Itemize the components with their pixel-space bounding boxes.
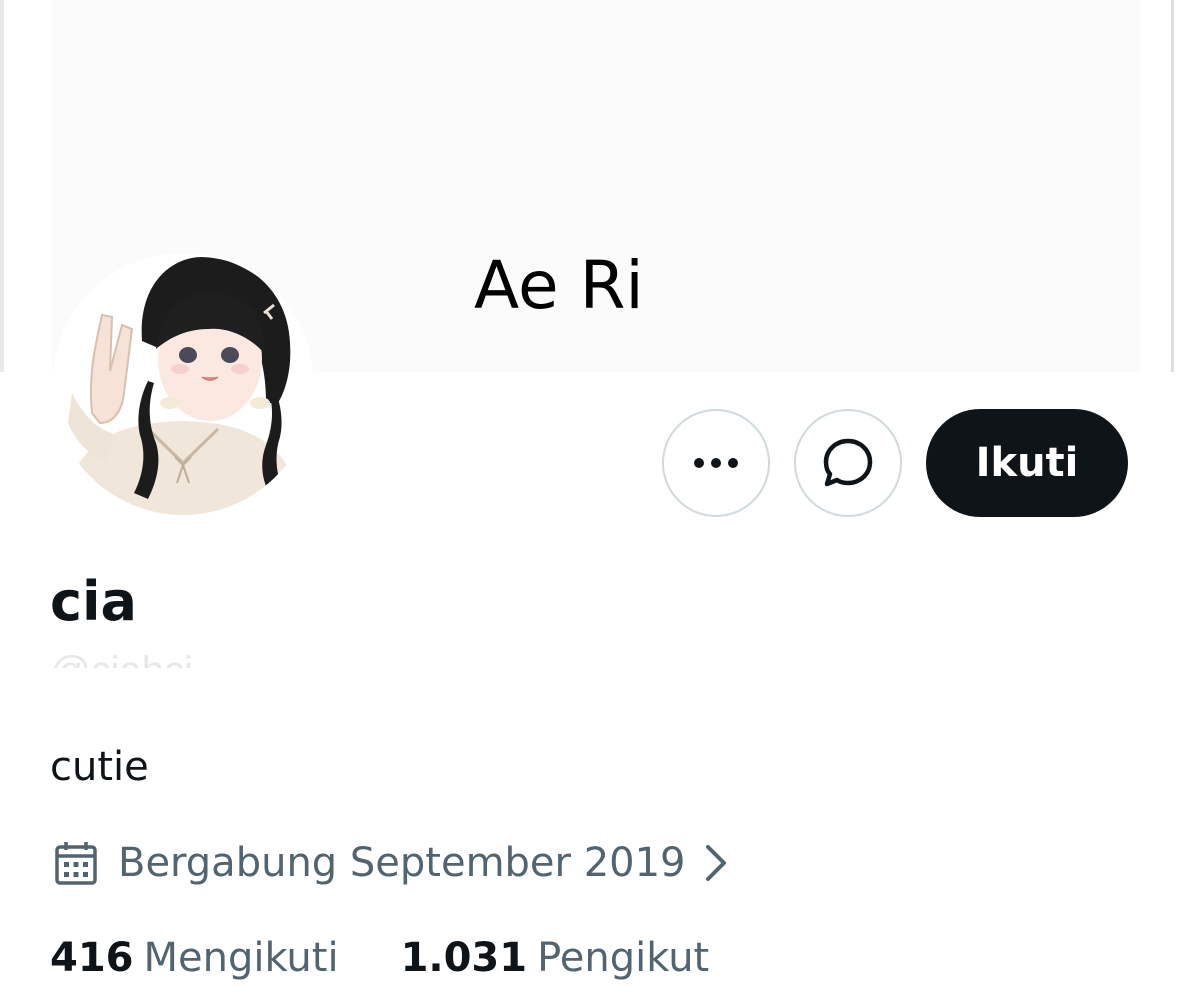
followers-count: 1.031 [400, 935, 528, 981]
join-date-text: Bergabung September 2019 [118, 840, 686, 886]
follow-button[interactable]: Ikuti [926, 409, 1128, 517]
bio-text: cutie [50, 744, 149, 790]
banner-title: Ae Ri [474, 247, 644, 324]
avatar-illustration [52, 253, 314, 515]
message-bubble-icon [823, 438, 873, 487]
banner-edge [1171, 0, 1174, 372]
following-count: 416 [50, 935, 134, 981]
following-stat[interactable]: 416 Mengikuti [50, 935, 339, 981]
avatar[interactable] [52, 253, 314, 515]
more-options-button[interactable] [662, 409, 770, 517]
followers-label: Pengikut [537, 935, 710, 981]
more-horizontal-icon [694, 458, 738, 468]
following-label: Mengikuti [143, 935, 339, 981]
message-button[interactable] [794, 409, 902, 517]
username-handle: @ciahci [50, 646, 193, 668]
calendar-icon [55, 842, 97, 885]
follow-stats: 416 Mengikuti 1.031 Pengikut [50, 930, 771, 986]
chevron-right-icon [705, 845, 726, 881]
join-date-row[interactable]: Bergabung September 2019 [52, 835, 730, 891]
display-name: cia [50, 570, 137, 633]
followers-stat[interactable]: 1.031 Pengikut [401, 935, 710, 981]
